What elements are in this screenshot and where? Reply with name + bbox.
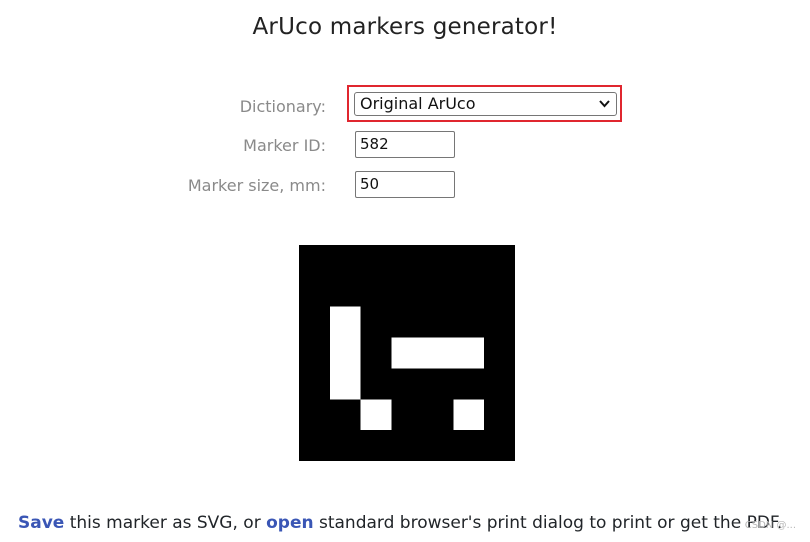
save-link[interactable]: Save [18,513,64,533]
marker-bit-cell [360,399,392,431]
watermark: CSDN @... [744,520,796,531]
page-title: ArUco markers generator! [252,14,558,40]
marker-size-label: Marker size, mm: [187,176,326,195]
open-print-link[interactable]: open [266,513,313,533]
marker-size-input[interactable]: 50 [355,171,455,198]
footer-text: Save this marker as SVG, or open standar… [18,513,782,533]
marker-bit-cell [391,337,423,369]
dictionary-selected-value: Original ArUco [360,94,476,113]
footer-text-part-2: standard browser's print dialog to print… [313,513,783,533]
marker-bit-cell [329,306,361,338]
marker-bit-cell [329,337,361,369]
marker-bit-cell [453,399,485,431]
marker-bit-cell [453,337,485,369]
marker-id-label: Marker ID: [243,136,326,155]
marker-id-input[interactable]: 582 [355,131,455,158]
dictionary-select[interactable]: Original ArUco [354,92,617,116]
marker-size-row: Marker size, mm: 50 [0,171,810,201]
footer-text-part-1: this marker as SVG, or [64,513,267,533]
aruco-marker-image [299,245,515,461]
page: ArUco markers generator! Dictionary: Ori… [0,0,810,542]
marker-bit-cell [422,337,454,369]
dictionary-row: Dictionary: Original ArUco [0,85,810,122]
chevron-down-icon [599,93,611,115]
marker-id-row: Marker ID: 582 [0,131,810,161]
dictionary-label: Dictionary: [239,97,326,116]
marker-bit-cell [329,368,361,400]
